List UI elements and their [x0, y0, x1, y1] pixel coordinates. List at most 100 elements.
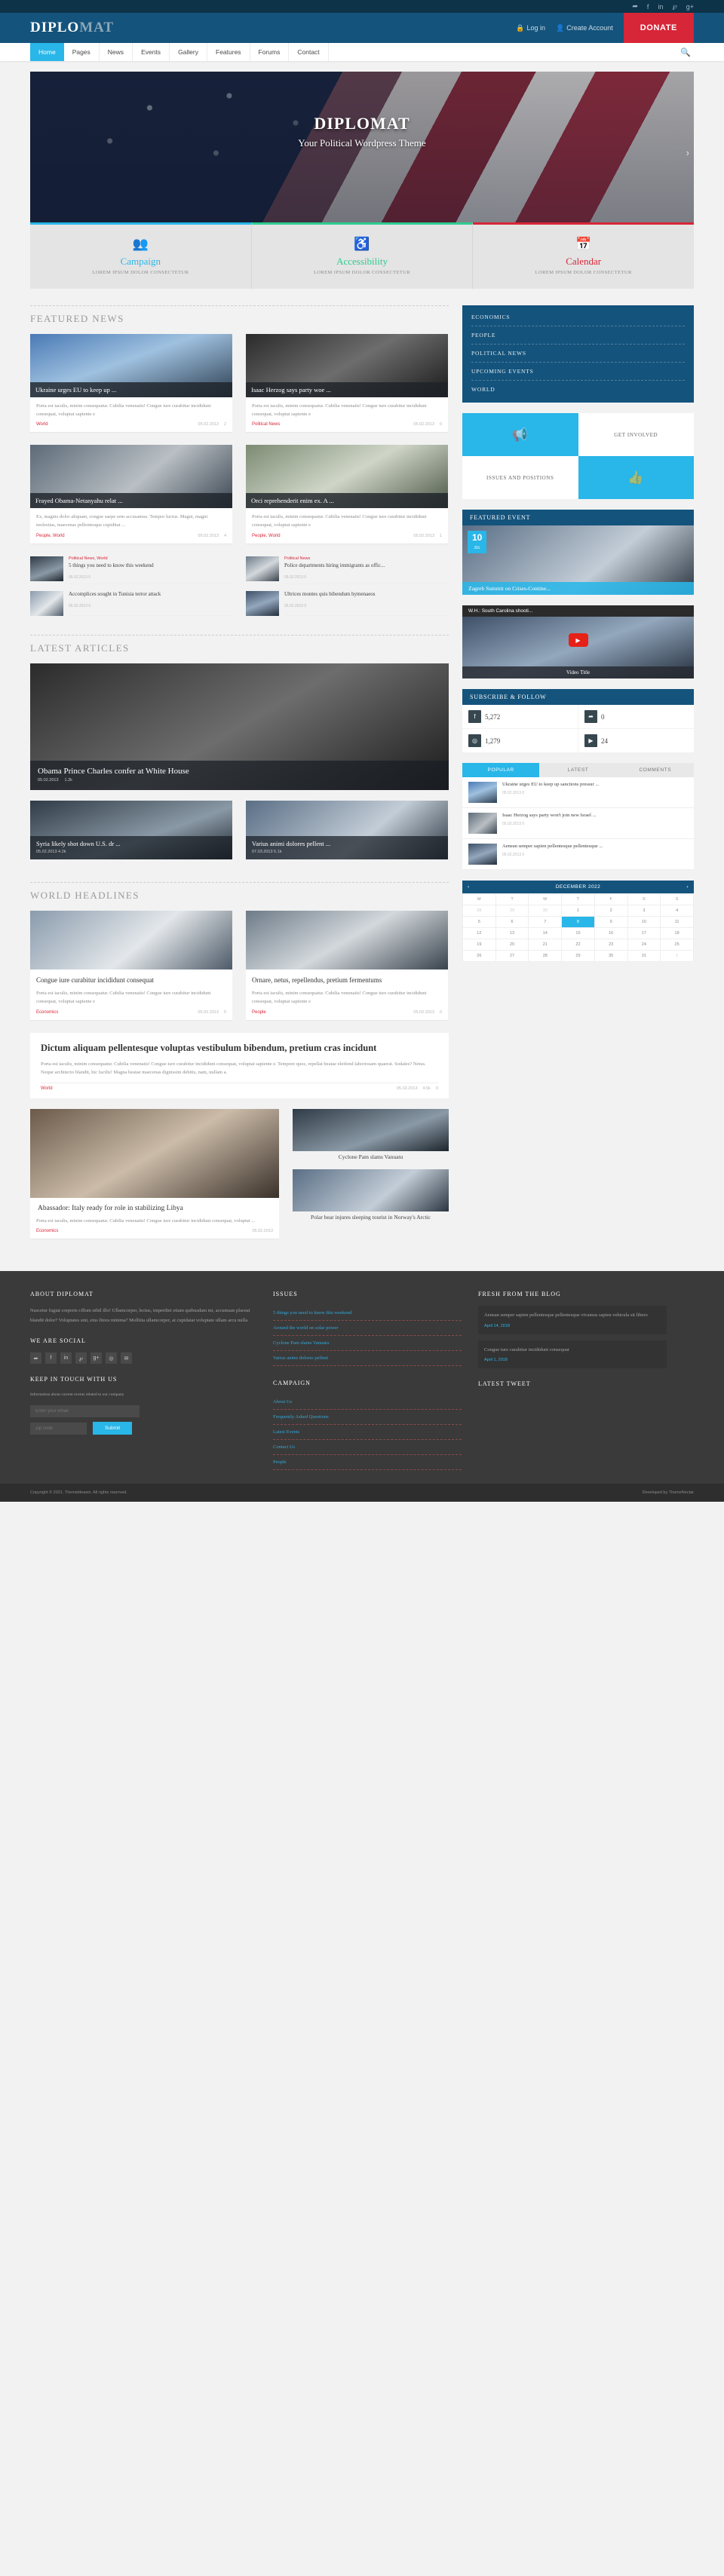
bottom-side-title[interactable]: Polar bear injures sleeping tourist in N…: [293, 1214, 449, 1221]
issues-positions-box[interactable]: ISSUES AND POSITIONS: [462, 456, 578, 499]
calendar-day[interactable]: 29: [495, 905, 529, 917]
calendar-day[interactable]: 29: [561, 950, 595, 962]
calendar-day[interactable]: 20: [495, 939, 529, 951]
megaphone-icon[interactable]: 📢: [462, 413, 578, 456]
calendar-day[interactable]: 30: [528, 905, 563, 917]
list-item-category[interactable]: Political News: [284, 556, 448, 561]
list-item[interactable]: Political News, World 5 things you need …: [30, 556, 232, 584]
popular-item[interactable]: Ukraine urges EU to keep up sanctions pr…: [462, 777, 694, 808]
article-category[interactable]: People, World: [252, 534, 281, 538]
tab-latest[interactable]: LATEST: [539, 763, 617, 777]
nav-item-forums[interactable]: Forums: [250, 43, 290, 61]
article-card[interactable]: Ornare, netus, repellendus, pretium ferm…: [246, 910, 448, 1021]
promo-calendar[interactable]: 📅 Calendar LOREM IPSUM DOLOR CONSECTETUR: [473, 222, 695, 289]
footer-campaign-link[interactable]: Frequently Asked Questions: [273, 1410, 462, 1426]
tab-popular[interactable]: POPULAR: [462, 763, 540, 777]
calendar-day[interactable]: 23: [594, 939, 628, 951]
calendar-day[interactable]: 12: [462, 927, 496, 939]
footer-campaign-link[interactable]: Latest Events: [273, 1425, 462, 1441]
article-category[interactable]: People: [252, 1010, 266, 1015]
calendar-day[interactable]: 28: [528, 950, 563, 962]
footer-blog-item[interactable]: Aenean semper sapien pellentesque pellen…: [478, 1306, 667, 1334]
pinterest-icon[interactable]: ℘: [672, 2, 676, 11]
sidebar-category-upcoming-events[interactable]: UPCOMING EVENTS: [471, 363, 685, 381]
pinterest-icon[interactable]: ℘: [75, 1352, 87, 1365]
googleplus-icon[interactable]: g+: [90, 1352, 102, 1365]
calendar-day[interactable]: 30: [594, 950, 628, 962]
calendar-day[interactable]: 25: [660, 939, 694, 951]
tab-comments[interactable]: COMMENTS: [616, 763, 694, 777]
article-card[interactable]: Congue iure curabitur incididunt consequ…: [30, 910, 232, 1021]
googleplus-icon[interactable]: g+: [686, 3, 694, 11]
facebook-icon[interactable]: f: [647, 3, 649, 11]
calendar-day[interactable]: 6: [495, 916, 529, 928]
twitter-icon[interactable]: ➦: [30, 1352, 41, 1365]
calendar-next[interactable]: ›: [681, 881, 694, 893]
subscribe-rss[interactable]: ◎ 1,279: [462, 729, 578, 752]
latest-main-article[interactable]: Obama Prince Charles confer at White Hou…: [30, 663, 449, 790]
nav-item-pages[interactable]: Pages: [64, 43, 100, 61]
latest-small-article[interactable]: Syria likely shot down U.S. dr ... 05.02…: [30, 800, 232, 859]
bottom-side-title[interactable]: Cyclone Pam slams Vanuatu: [293, 1153, 449, 1160]
article-card[interactable]: Orci reprehenderit enim ex. A ... Porta …: [246, 445, 448, 544]
footer-issue-link[interactable]: Varius animi dolores pellent: [273, 1351, 462, 1367]
email-field[interactable]: [30, 1405, 140, 1418]
login-link[interactable]: 🔒 Log in: [516, 24, 545, 32]
promo-accessibility[interactable]: ♿ Accessibility LOREM IPSUM DOLOR CONSEC…: [251, 222, 474, 289]
featured-event-card[interactable]: 10 JUL Zagreb Summit on Crises-Contine..…: [462, 525, 694, 595]
calendar-day[interactable]: 27: [495, 950, 529, 962]
sidebar-category-world[interactable]: WORLD: [471, 381, 685, 398]
nav-item-contact[interactable]: Contact: [289, 43, 329, 61]
submit-button[interactable]: Submit: [93, 1422, 133, 1435]
promo-campaign[interactable]: 👥 Campaign LOREM IPSUM DOLOR CONSECTETUR: [30, 222, 252, 289]
facebook-icon[interactable]: f: [45, 1352, 57, 1365]
site-logo[interactable]: DIPLOMAT: [30, 20, 114, 36]
calendar-day[interactable]: 24: [627, 939, 661, 951]
calendar-day[interactable]: 10: [627, 916, 661, 928]
thumbs-up-icon[interactable]: 👍: [578, 456, 694, 499]
article-category[interactable]: Economics: [36, 1010, 58, 1015]
article-title[interactable]: Congue iure curabitur incididunt consequ…: [36, 976, 226, 985]
mail-icon[interactable]: ✉: [121, 1352, 132, 1365]
popular-item[interactable]: Aenean semper sapien pellentesque pellen…: [462, 839, 694, 870]
nav-item-features[interactable]: Features: [207, 43, 250, 61]
bottom-main-image[interactable]: [30, 1108, 279, 1198]
article-card[interactable]: Isaac Herzog says party woe ... Porta es…: [246, 334, 448, 433]
footer-blog-item[interactable]: Congue iure curabitur incididunt consequ…: [478, 1340, 667, 1369]
latest-small-article[interactable]: Varius animi dolores pellent ... 07.03.2…: [246, 800, 448, 859]
bottom-main-category[interactable]: Economics: [36, 1229, 58, 1233]
footer-issue-link[interactable]: 5 things you need to know this weekend: [273, 1306, 462, 1322]
calendar-day[interactable]: 19: [462, 939, 496, 951]
footer-issue-link[interactable]: Cyclone Pam slams Vanuatu: [273, 1336, 462, 1352]
calendar-day[interactable]: 7: [528, 916, 563, 928]
footer-campaign-link[interactable]: People: [273, 1455, 462, 1471]
twitter-icon[interactable]: ➦: [632, 2, 638, 11]
calendar-day[interactable]: 9: [594, 916, 628, 928]
list-item[interactable]: Ultrices montes quis bibendum hymenaeos …: [246, 590, 448, 616]
donate-button[interactable]: DONATE: [623, 13, 694, 43]
slider-next-arrow[interactable]: ›: [686, 147, 689, 158]
calendar-day[interactable]: 8: [561, 916, 595, 928]
calendar-day[interactable]: 14: [528, 927, 563, 939]
list-item[interactable]: Accomplices sought in Tunisia terror att…: [30, 590, 232, 616]
calendar-day[interactable]: 21: [528, 939, 563, 951]
calendar-day[interactable]: 22: [561, 939, 595, 951]
calendar-day[interactable]: 5: [462, 916, 496, 928]
sidebar-category-economics[interactable]: ECONOMICS: [471, 308, 685, 326]
calendar-day[interactable]: 11: [660, 916, 694, 928]
nav-item-gallery[interactable]: Gallery: [170, 43, 207, 61]
calendar-day[interactable]: 1: [660, 950, 694, 962]
article-category[interactable]: People, World: [36, 534, 65, 538]
popular-item[interactable]: Isaac Herzog says party won't join new I…: [462, 808, 694, 839]
footer-issue-link[interactable]: Around the world on solar power: [273, 1321, 462, 1337]
calendar-day[interactable]: 28: [462, 905, 496, 917]
search-icon[interactable]: 🔍: [680, 47, 694, 57]
article-category[interactable]: World: [36, 422, 48, 427]
footer-campaign-link[interactable]: Contact Us: [273, 1440, 462, 1456]
list-item[interactable]: Political News Police departments hiring…: [246, 556, 448, 584]
create-account-link[interactable]: 👤 Create Account: [556, 24, 613, 32]
bottom-side-image[interactable]: [293, 1108, 449, 1151]
calendar-day[interactable]: 2: [594, 905, 628, 917]
calendar-day[interactable]: 31: [627, 950, 661, 962]
zip-field[interactable]: [30, 1422, 87, 1435]
